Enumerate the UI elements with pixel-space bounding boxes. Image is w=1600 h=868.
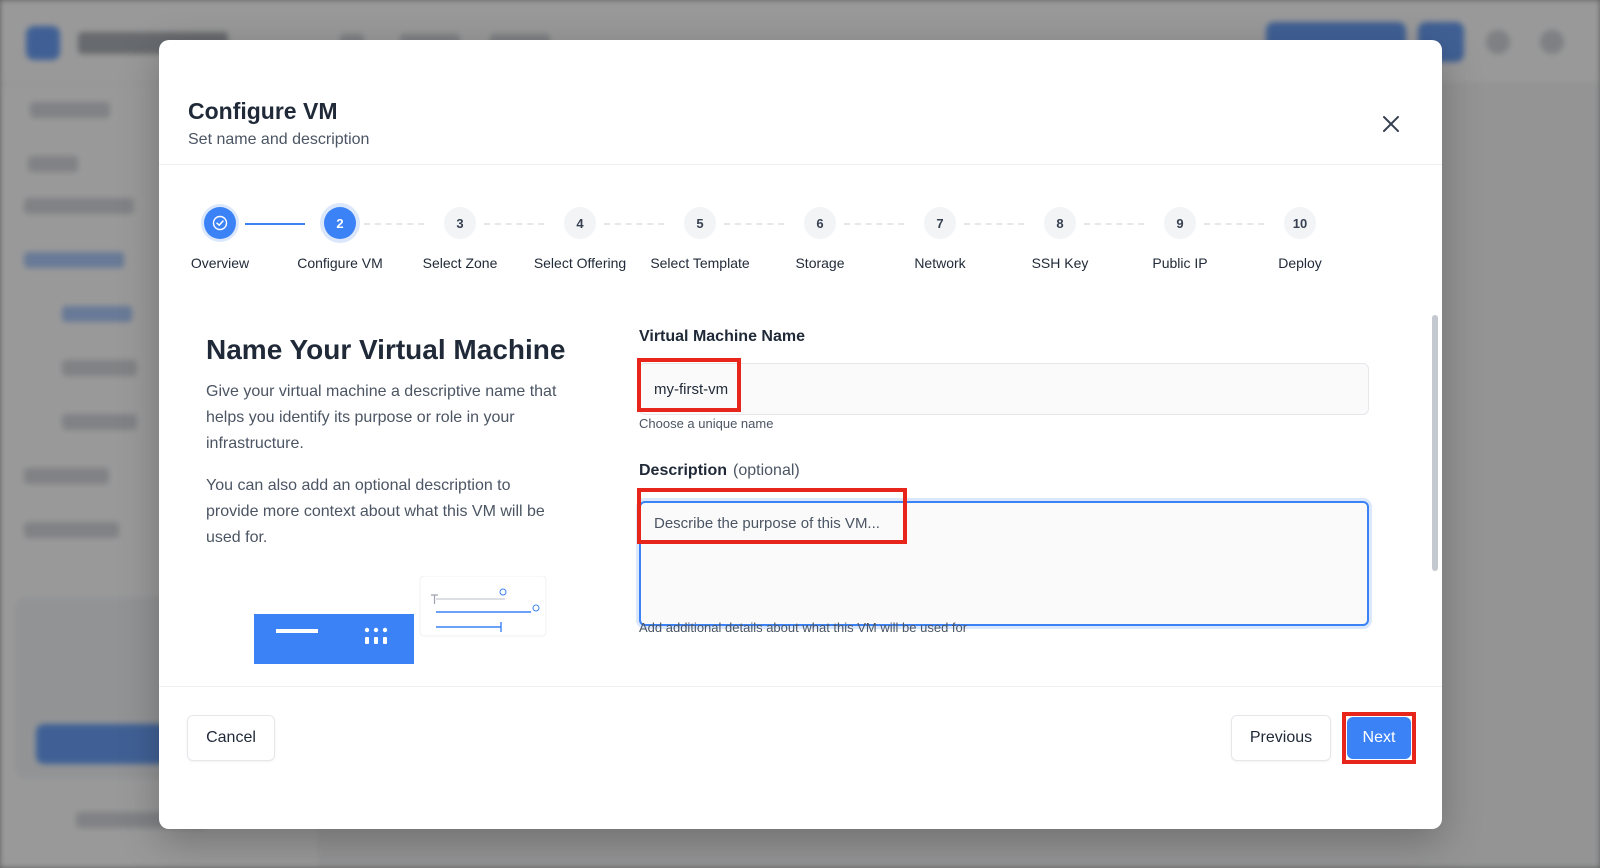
step-circle: 6 [804,207,836,239]
step-circle: 9 [1164,207,1196,239]
step-label: Deploy [1278,255,1322,271]
vm-name-help: Choose a unique name [639,416,774,431]
dialog-footer: Cancel Previous Next [159,686,1442,829]
dialog-subtitle: Set name and description [188,131,370,148]
step-circle: 5 [684,207,716,239]
step-connector [245,223,305,225]
step-label: Select Zone [422,255,498,271]
step-label: Overview [190,255,250,271]
optional-tag: (optional) [733,462,800,479]
step-label: Select Template [650,255,750,271]
step-connector [964,223,1024,225]
configure-vm-dialog: Configure VM Set name and description Ov… [159,40,1442,829]
close-button[interactable] [1375,108,1407,140]
step-connector [724,223,784,225]
server-illustration [254,576,547,664]
wizard-stepper: Overview 2 Configure VM 3 Select Zone 4 … [159,200,1442,280]
step-circle: 3 [444,207,476,239]
step-connector [1084,223,1144,225]
step-connector [604,223,664,225]
dialog-title: Configure VM [188,98,338,124]
step-connector [1204,223,1264,225]
step-circle: 7 [924,207,956,239]
check-circle-icon [212,215,228,231]
intro-paragraph: You can also add an optional description… [206,477,545,546]
description-textarea[interactable] [639,501,1369,626]
close-icon [1383,116,1399,132]
section-heading: Name Your Virtual Machine [206,334,566,365]
description-help: Add additional details about what this V… [639,620,968,635]
step-label: Public IP [1152,255,1208,271]
step-label: Configure VM [297,255,383,271]
step-connector [844,223,904,225]
step-label: Storage [795,255,845,271]
step-connector [484,223,544,225]
previous-button[interactable]: Previous [1231,715,1331,761]
step-circle: 8 [1044,207,1076,239]
step-label: SSH Key [1031,255,1089,271]
step-label: Network [914,255,966,271]
description-label: Description (optional) [639,462,800,480]
next-button[interactable]: Next [1347,717,1411,759]
vm-name-label: Virtual Machine Name [639,328,805,345]
step-label: Select Offering [533,255,627,271]
vm-name-input[interactable] [639,363,1369,415]
step-connector [364,223,424,225]
step-circle: 4 [564,207,596,239]
dialog-header: Configure VM Set name and description [159,40,1442,165]
step-circle [204,207,236,239]
step-circle: 2 [324,207,356,239]
step-circle: 10 [1284,207,1316,239]
cancel-button[interactable]: Cancel [187,715,275,761]
intro-paragraph: Give your virtual machine a descriptive … [206,383,557,452]
description-label-text: Description [639,462,728,479]
scrollbar[interactable] [1432,315,1438,571]
